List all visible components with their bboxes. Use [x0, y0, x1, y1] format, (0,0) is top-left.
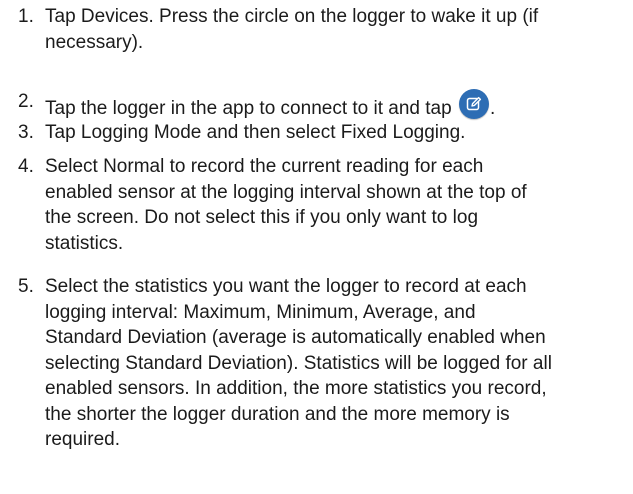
step-number: 5.: [18, 276, 34, 297]
step-line: the shorter the logger duration and the …: [45, 403, 510, 425]
step-number: 2.: [18, 91, 34, 112]
step-text: Select Normal to record the current read…: [45, 154, 633, 256]
step-text: Tap Devices. Press the circle on the log…: [45, 4, 633, 55]
step-text: Tap the logger in the app to connect to …: [45, 89, 633, 119]
step-text-before-icon: Tap the logger in the app to connect to …: [45, 98, 452, 119]
step-line: necessary).: [45, 31, 144, 53]
step-text: Tap Logging Mode and then select Fixed L…: [45, 120, 633, 146]
step-number: 4.: [18, 156, 34, 177]
step-line: enabled sensor at the logging interval s…: [45, 181, 527, 203]
step-line: the screen. Do not select this if you on…: [45, 207, 479, 228]
step-line: required.: [45, 429, 120, 450]
step-line: selecting Standard Deviation). Statistic…: [45, 352, 552, 374]
step-line: logging interval: Maximum, Minimum, Aver…: [45, 301, 476, 323]
step-number: 3.: [18, 122, 34, 143]
step-text: Select the statistics you want the logge…: [45, 274, 633, 453]
step-line: statistics.: [45, 232, 124, 254]
step-line: Standard Deviation (average is automatic…: [45, 327, 546, 348]
step-line: enabled sensors. In addition, the more s…: [45, 378, 547, 399]
step-line: Select Normal to record the current read…: [45, 156, 484, 177]
edit-pencil-icon: [458, 89, 489, 119]
step-number: 1.: [18, 6, 34, 27]
step-text-after-icon: .: [489, 98, 496, 119]
step-line: Select the statistics you want the logge…: [45, 276, 527, 297]
step-line: Tap Devices. Press the circle on the log…: [45, 6, 539, 27]
step-line: Tap Logging Mode and then select Fixed L…: [45, 122, 466, 143]
